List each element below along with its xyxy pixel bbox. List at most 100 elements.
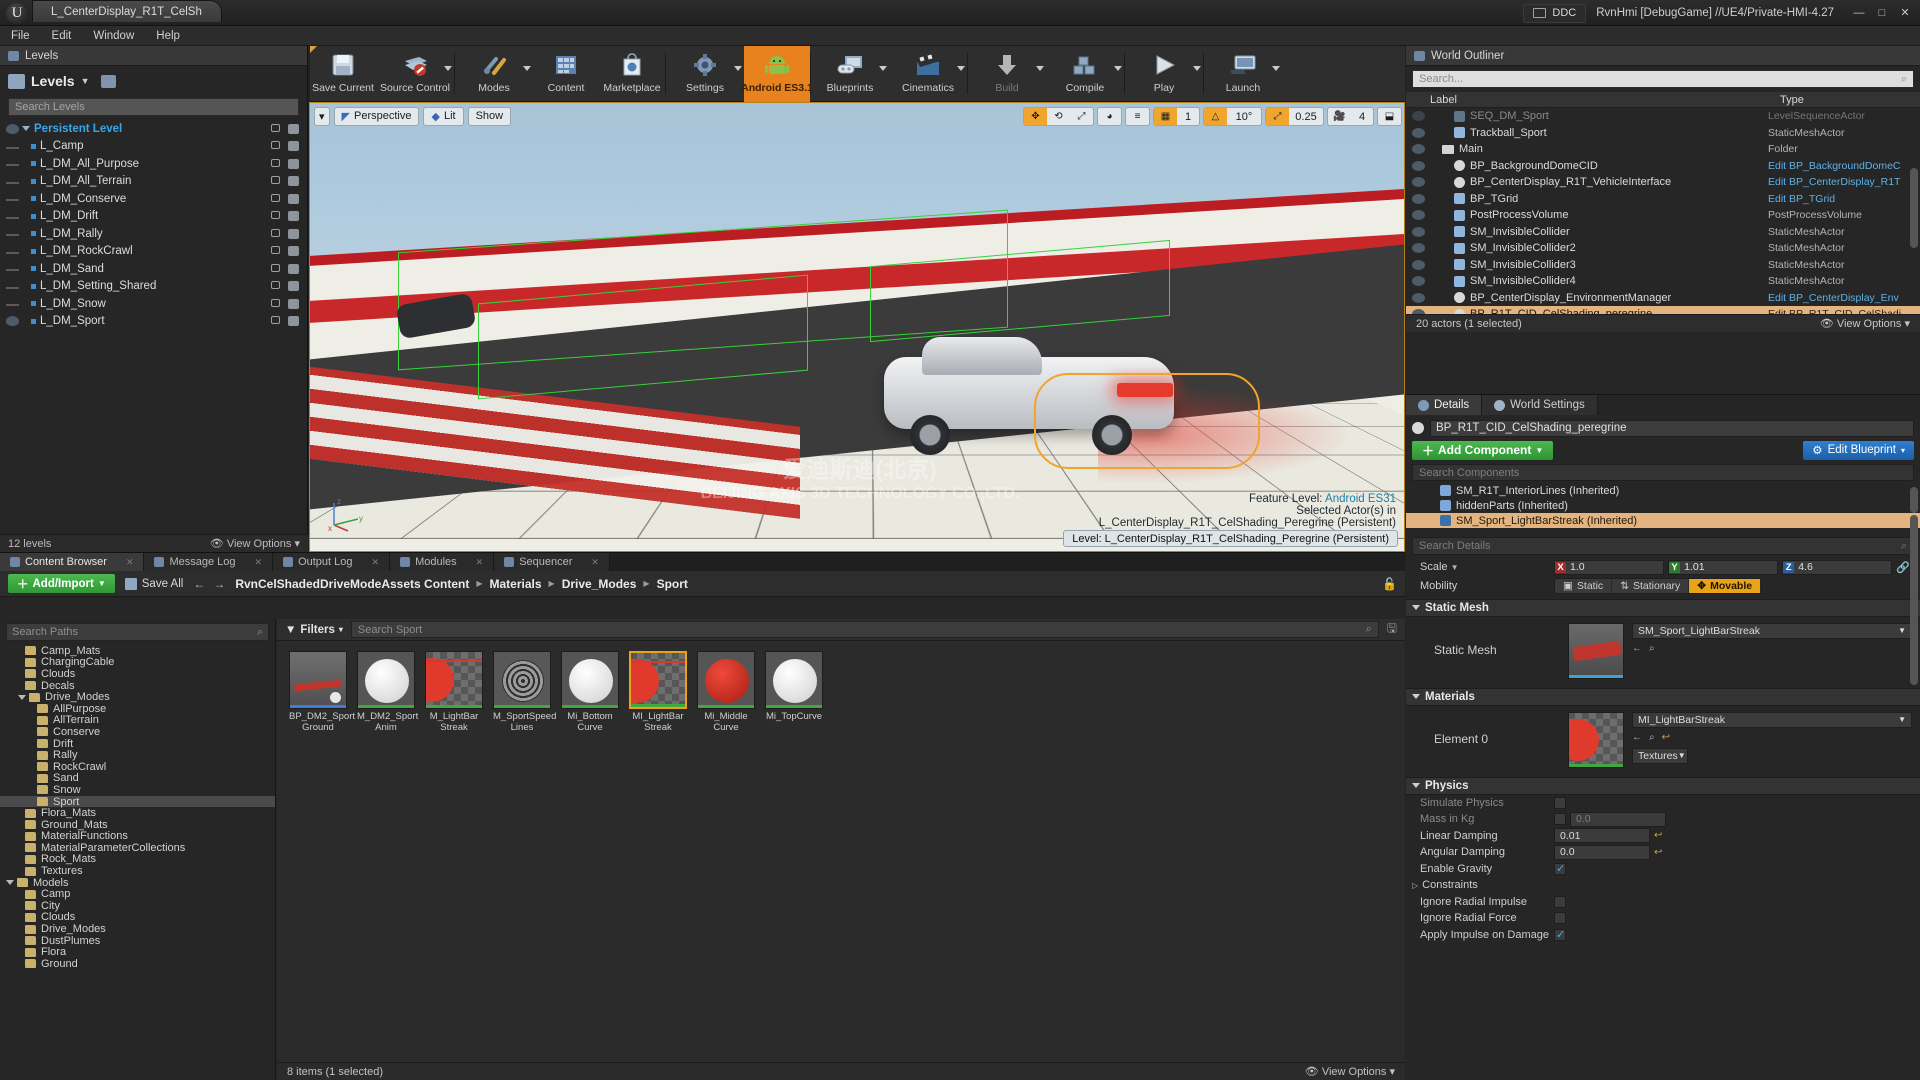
save-icon[interactable] [288, 194, 299, 204]
close-button[interactable]: ✕ [1894, 4, 1916, 22]
rotation-snap-toggle[interactable]: △ [1204, 108, 1227, 125]
chevron-right-icon[interactable]: ▷ [1412, 881, 1418, 890]
breadcrumb-item[interactable]: Sport [657, 577, 688, 591]
path-item[interactable]: ChargingCable [0, 657, 275, 669]
reset-icon[interactable]: ↩ [1654, 847, 1662, 858]
visibility-icon[interactable] [6, 301, 19, 306]
close-icon[interactable]: ✕ [126, 557, 134, 568]
physics-simulate-physics-checkbox[interactable] [1554, 797, 1566, 809]
visibility-icon[interactable] [1412, 161, 1425, 171]
menu-item-window[interactable]: Window [82, 26, 145, 46]
chevron-down-icon[interactable] [523, 66, 531, 71]
physics-ignore-radial-force-checkbox[interactable] [1554, 912, 1566, 924]
path-item[interactable]: Models [0, 877, 275, 889]
path-item[interactable]: Flora [0, 946, 275, 958]
expand-triangle-icon[interactable] [22, 126, 30, 131]
details-tab-world-settings[interactable]: World Settings [1482, 395, 1598, 415]
level-row[interactable]: L_DM_Snow [0, 295, 307, 313]
save-icon[interactable] [288, 264, 299, 274]
visibility-icon[interactable] [6, 231, 19, 236]
scale-snap-value[interactable]: 0.25 [1289, 108, 1323, 125]
visibility-icon[interactable] [1412, 210, 1425, 220]
level-row[interactable]: L_Camp [0, 138, 307, 156]
bottom-tab-content-browser[interactable]: Content Browser ✕ [0, 553, 144, 571]
visibility-icon[interactable] [1412, 276, 1425, 286]
bottom-tab-output-log[interactable]: Output Log ✕ [273, 553, 390, 571]
lock-icon[interactable] [271, 264, 280, 272]
path-item[interactable]: Rock_Mats [0, 854, 275, 866]
lock-icon[interactable] [271, 176, 280, 184]
level-row[interactable]: L_DM_Rally [0, 225, 307, 243]
asset-thumbnail[interactable] [357, 651, 415, 709]
path-item[interactable]: Drive_Modes [0, 691, 275, 703]
components-scrollbar[interactable] [1910, 487, 1918, 513]
toolbar-button-android-es3-1[interactable]: Android ES3.1 [744, 46, 810, 102]
add-import-button[interactable]: ＋ Add/Import ▼ [8, 574, 115, 593]
browse-icon[interactable]: ⌕ [1649, 643, 1655, 654]
chevron-down-icon[interactable] [18, 695, 26, 700]
physics-expand-label[interactable]: ▷ Constraints [1406, 879, 1554, 891]
reset-icon[interactable]: ↩ [1654, 830, 1662, 841]
asset-cell[interactable]: Mi_Bottom Curve [561, 651, 619, 734]
viewport-camera-mode-button[interactable]: ◤ Perspective [334, 107, 420, 126]
use-selected-icon[interactable]: ← [1632, 643, 1642, 654]
rotate-mode-button[interactable]: ⟲ [1047, 108, 1070, 125]
toolbar-button-blueprints[interactable]: Blueprints [811, 46, 889, 102]
path-item[interactable]: Camp [0, 888, 275, 900]
asset-thumbnail[interactable] [561, 651, 619, 709]
levels-search-input[interactable]: Search Levels [8, 98, 299, 116]
grid-snap-value[interactable]: 1 [1177, 108, 1199, 125]
lock-icon[interactable] [271, 159, 280, 167]
close-icon[interactable]: ✕ [476, 557, 484, 568]
chevron-down-icon[interactable] [6, 880, 14, 885]
visibility-icon[interactable] [6, 214, 19, 219]
path-item[interactable]: Ground [0, 958, 275, 970]
breadcrumb-item[interactable]: Drive_Modes [562, 577, 637, 591]
outliner-row[interactable]: BP_R1T_CID_CelShading_peregrineEdit BP_R… [1406, 306, 1920, 314]
physics-mass-in-kg-field[interactable]: 0.0 [1570, 812, 1666, 827]
mobility-option-movable[interactable]: ✥ Movable [1689, 579, 1761, 593]
outliner-row[interactable]: SM_InvisibleCollider4 StaticMeshActor [1406, 273, 1920, 290]
menu-item-edit[interactable]: Edit [41, 26, 83, 46]
mobility-option-static[interactable]: ▣ Static [1555, 579, 1612, 593]
scale-mode-button[interactable]: ⤢ [1070, 108, 1093, 125]
mobility-option-stationary[interactable]: ⇅ Stationary [1612, 579, 1689, 593]
component-row[interactable]: SM_Sport_LightBarStreak (Inherited) [1406, 513, 1920, 528]
path-item[interactable]: City [0, 900, 275, 912]
scale-x-field[interactable]: X 1.0 [1554, 560, 1664, 575]
chevron-down-icon[interactable] [1272, 66, 1280, 71]
outliner-col-type[interactable]: Type [1780, 94, 1920, 106]
toolbar-button-modes[interactable]: Modes [455, 46, 533, 102]
outliner-row[interactable]: BP_CenterDisplay_EnvironmentManager Edit … [1406, 290, 1920, 307]
details-search-input[interactable]: Search Details ⌕ [1412, 537, 1914, 555]
outliner-view-options[interactable]: 👁 View Options ▾ [1820, 317, 1910, 330]
toolbar-button-play[interactable]: Play [1125, 46, 1203, 102]
path-item[interactable]: Drive_Modes [0, 923, 275, 935]
path-item[interactable]: Sand [0, 773, 275, 785]
asset-cell[interactable]: M_SportSpeed Lines [493, 651, 551, 734]
maximize-viewport-icon[interactable]: ⬓ [1378, 108, 1401, 125]
save-icon[interactable] [288, 246, 299, 256]
menu-item-help[interactable]: Help [145, 26, 191, 46]
minimize-button[interactable]: — [1848, 4, 1870, 22]
component-row[interactable]: SM_R1T_InteriorLines (Inherited) [1406, 483, 1920, 498]
chevron-down-icon[interactable] [957, 66, 965, 71]
lock-icon[interactable] [271, 141, 280, 149]
physics-mass-in-kg-checkbox[interactable] [1554, 813, 1566, 825]
camera-speed-icon[interactable]: 🎥 [1328, 108, 1351, 125]
scale-snap-toggle[interactable]: ⤢ [1266, 108, 1289, 125]
tab-levels[interactable]: Levels [0, 46, 307, 66]
outliner-row[interactable]: BP_CenterDisplay_R1T_VehicleInterface Edi… [1406, 174, 1920, 191]
viewport-level-pill[interactable]: Level: L_CenterDisplay_R1T_CelShading_Pe… [1063, 530, 1398, 547]
asset-cell[interactable]: BP_DM2_Sport Ground [289, 651, 347, 734]
save-icon[interactable] [288, 141, 299, 151]
level-row[interactable]: L_DM_Setting_Shared [0, 278, 307, 296]
chevron-down-icon[interactable] [1036, 66, 1044, 71]
viewport-options-button[interactable]: ▾ [314, 107, 330, 126]
level-row[interactable]: L_DM_All_Terrain [0, 173, 307, 191]
lock-icon[interactable] [271, 194, 280, 202]
document-tab[interactable]: L_CenterDisplay_R1T_CelSh [32, 0, 222, 22]
visibility-icon[interactable] [6, 124, 19, 134]
grid-snap-toggle[interactable]: ▦ [1154, 108, 1177, 125]
asset-thumbnail[interactable] [493, 651, 551, 709]
